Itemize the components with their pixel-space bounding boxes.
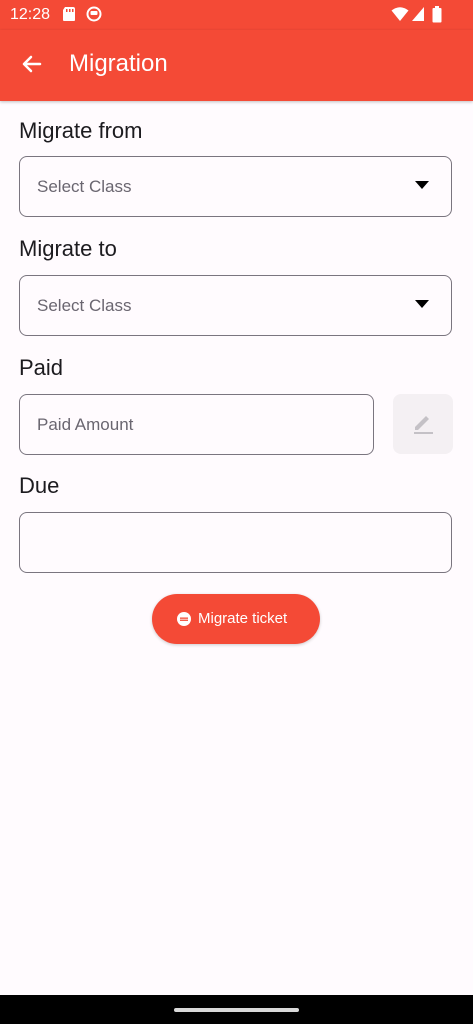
triangle-down-icon bbox=[415, 181, 429, 189]
wifi-icon bbox=[391, 7, 409, 21]
back-button[interactable] bbox=[14, 46, 50, 82]
triangle-down-icon bbox=[415, 300, 429, 308]
migrate-to-label: Migrate to bbox=[19, 236, 117, 261]
status-bar: 12:28 bbox=[0, 0, 473, 30]
paid-amount-input[interactable]: Paid Amount bbox=[19, 394, 374, 455]
minus-circle-icon bbox=[177, 612, 191, 626]
battery-icon bbox=[432, 6, 442, 23]
migrate-from-placeholder: Select Class bbox=[37, 177, 132, 196]
system-nav-bar bbox=[0, 995, 473, 1024]
arrow-back-icon bbox=[22, 55, 42, 73]
edit-paid-button[interactable] bbox=[393, 394, 453, 454]
migrate-to-dropdown[interactable]: Select Class bbox=[19, 275, 452, 336]
app-bar: Migration bbox=[0, 30, 473, 101]
sd-card-icon bbox=[63, 7, 75, 21]
migrate-from-label: Migrate from bbox=[19, 118, 143, 143]
pencil-icon bbox=[414, 416, 433, 434]
page-title: Migration bbox=[69, 50, 168, 77]
migrate-ticket-label: Migrate ticket bbox=[198, 610, 288, 627]
signal-icon bbox=[412, 7, 424, 21]
due-input[interactable] bbox=[19, 512, 452, 573]
home-gesture-handle[interactable] bbox=[174, 1008, 299, 1012]
migrate-to-placeholder: Select Class bbox=[37, 296, 132, 315]
migrate-from-dropdown[interactable]: Select Class bbox=[19, 156, 452, 217]
paid-amount-placeholder: Paid Amount bbox=[37, 415, 134, 434]
paid-label: Paid bbox=[19, 355, 64, 380]
app-notification-icon bbox=[86, 6, 102, 22]
due-label: Due bbox=[19, 473, 60, 498]
status-time: 12:28 bbox=[10, 6, 51, 23]
migrate-ticket-button[interactable]: Migrate ticket bbox=[152, 594, 320, 644]
